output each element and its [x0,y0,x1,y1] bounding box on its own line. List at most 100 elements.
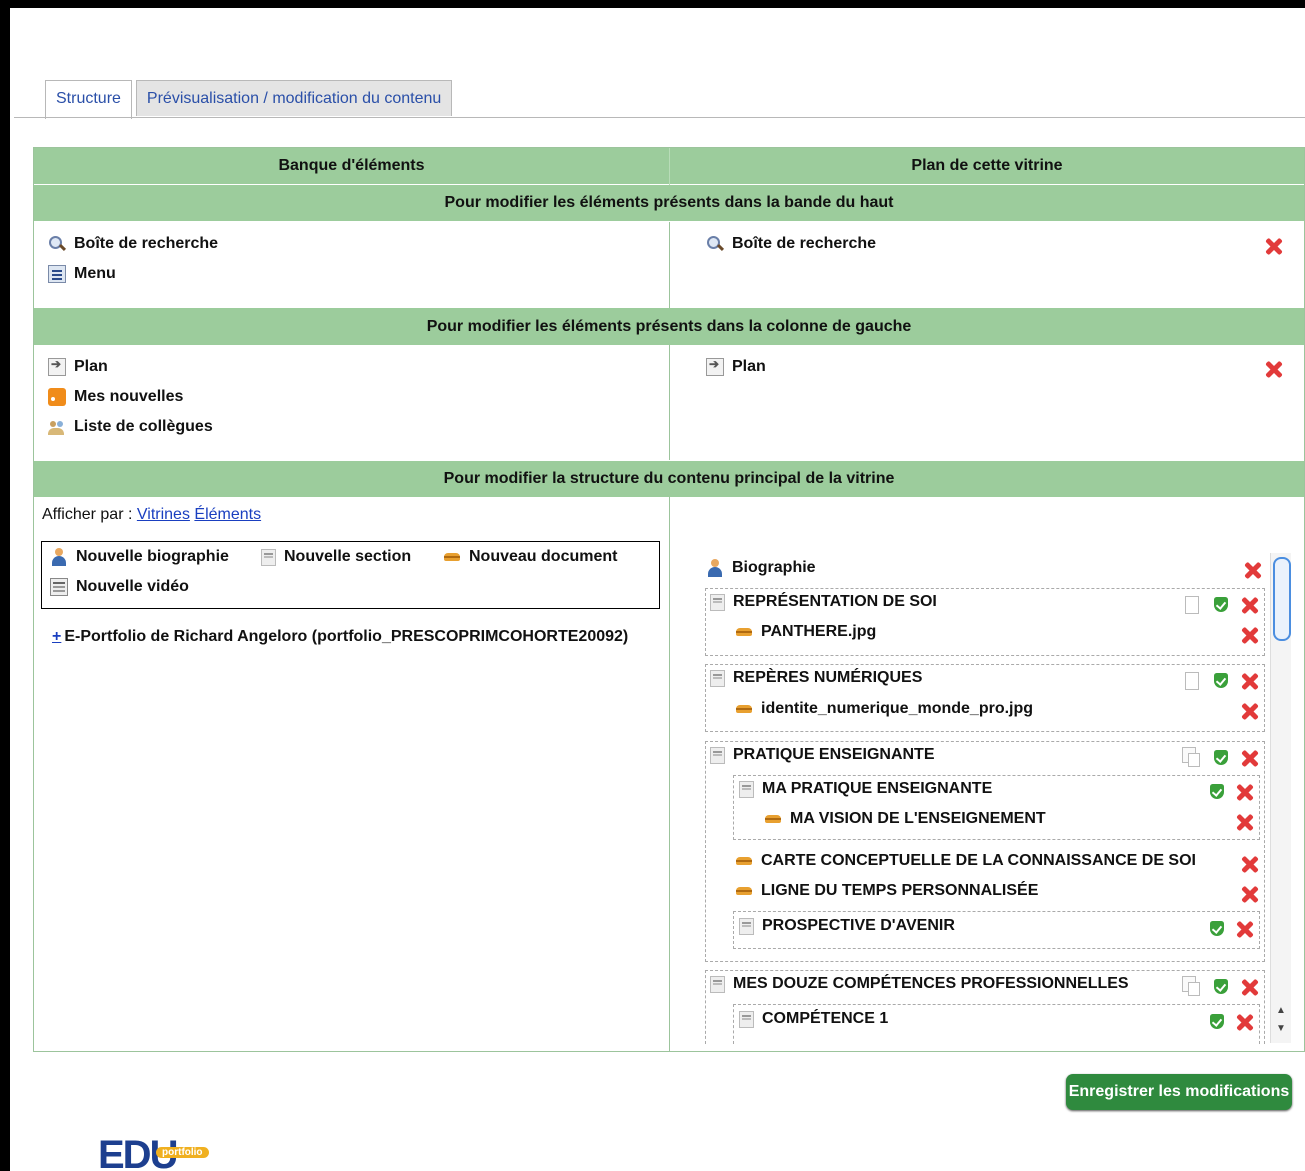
copy-icon[interactable] [1182,747,1200,767]
column-header-bank: Banque d'éléments [34,148,669,184]
page-icon[interactable] [1185,596,1199,614]
column-divider [669,497,670,1052]
plan-subsection-prospective[interactable]: PROSPECTIVE D'AVENIR [739,917,955,935]
delete-icon[interactable] [1241,596,1259,614]
item-label: Nouveau document [469,548,618,565]
scroll-up-arrow-icon[interactable]: ▲ [1276,1005,1286,1016]
plan-item-biography[interactable]: Biographie [706,559,816,577]
delete-icon[interactable] [1244,561,1262,579]
item-label: PANTHERE.jpg [761,623,877,640]
delete-icon[interactable] [1265,360,1283,378]
delete-icon[interactable] [1241,702,1259,720]
plan-document-ligne[interactable]: LIGNE DU TEMPS PERSONNALISÉE [735,882,1038,900]
item-label: Boîte de recherche [732,235,877,252]
expand-icon[interactable]: + [52,628,61,645]
portfolio-tree-node[interactable]: + E-Portfolio de Richard Angeloro (portfo… [52,628,628,646]
item-label: REPRÉSENTATION DE SOI [733,593,937,610]
bank-item-colleagues[interactable]: Liste de collègues [48,418,213,436]
copy-icon[interactable] [1182,976,1200,996]
save-changes-button[interactable]: Enregistrer les modifications [1066,1074,1292,1110]
column-header-plan: Plan de cette vitrine [670,148,1304,184]
plan-section-competences[interactable]: MES DOUZE COMPÉTENCES PROFESSIONNELLES [710,975,1129,993]
delete-icon[interactable] [1241,885,1259,903]
tab-preview-edit[interactable]: Prévisualisation / modification du conte… [135,80,453,116]
document-icon [443,548,461,566]
bank-item-search-box[interactable]: Boîte de recherche [48,235,218,253]
delete-icon[interactable] [1236,920,1254,938]
colleagues-icon [48,418,66,436]
search-icon [706,235,724,253]
biography-icon [706,559,724,577]
item-label: Liste de collègues [74,418,213,435]
delete-icon[interactable] [1241,749,1259,767]
visibility-shield-icon[interactable] [1214,673,1228,688]
plan-subsection-ma-pratique[interactable]: MA PRATIQUE ENSEIGNANTE [739,780,992,798]
visibility-shield-icon[interactable] [1214,750,1228,765]
plan-document-ma-vision[interactable]: MA VISION DE L'ENSEIGNEMENT [764,810,1046,828]
video-icon [50,578,68,596]
plan-item-plan[interactable]: Plan [706,357,766,376]
visibility-shield-icon[interactable] [1210,921,1224,936]
delete-icon[interactable] [1236,813,1254,831]
visibility-shield-icon[interactable] [1214,597,1228,612]
scrollbar-thumb[interactable] [1273,557,1291,641]
delete-icon[interactable] [1265,237,1283,255]
section-icon [710,746,725,764]
page-icon[interactable] [1185,672,1199,690]
visibility-shield-icon[interactable] [1210,784,1224,799]
tab-bar: Structure Prévisualisation / modificatio… [45,80,456,119]
delete-icon[interactable] [1241,626,1259,644]
plan-document-identite[interactable]: identite_numerique_monde_pro.jpg [735,700,1033,718]
bank-item-menu[interactable]: Menu [48,265,116,283]
item-label: Nouvelle vidéo [76,578,189,595]
section-icon [739,917,754,935]
search-icon [48,235,66,253]
item-label: Boîte de recherche [74,235,219,252]
plan-item-search-box[interactable]: Boîte de recherche [706,235,876,253]
plan-icon [48,357,66,376]
tree-node-label: E-Portfolio de Richard Angeloro (portfol… [64,628,629,645]
item-label: LIGNE DU TEMPS PERSONNALISÉE [761,882,1039,899]
section-icon [710,975,725,993]
tab-structure[interactable]: Structure [45,80,132,119]
plan-document-panthere[interactable]: PANTHERE.jpg [735,623,876,641]
column-divider [669,148,670,185]
plan-subsection-competence-1[interactable]: COMPÉTENCE 1 [739,1010,888,1028]
biography-icon [50,548,68,566]
new-section-button[interactable]: Nouvelle section [261,548,411,566]
window-left-border [0,0,10,1171]
delete-icon[interactable] [1236,1013,1254,1031]
item-label: MA PRATIQUE ENSEIGNANTE [762,780,993,797]
delete-icon[interactable] [1241,978,1259,996]
item-label: Nouvelle section [284,548,412,565]
plan-document-carte[interactable]: CARTE CONCEPTUELLE DE LA CONNAISSANCE DE… [735,852,1196,870]
link-vitrines[interactable]: Vitrines [137,506,190,523]
section-icon [710,669,725,687]
logo-portfolio-text: portfolio [156,1147,209,1158]
delete-icon[interactable] [1241,855,1259,873]
rss-icon [48,388,66,406]
new-document-button[interactable]: Nouveau document [443,548,617,566]
new-biography-button[interactable]: Nouvelle biographie [50,548,229,566]
bank-item-news[interactable]: Mes nouvelles [48,388,183,406]
item-label: identite_numerique_monde_pro.jpg [761,700,1034,717]
new-video-button[interactable]: Nouvelle vidéo [50,578,189,596]
menu-icon [48,265,66,283]
delete-icon[interactable] [1241,672,1259,690]
plan-section-reperes[interactable]: REPÈRES NUMÉRIQUES [710,669,922,687]
document-icon [735,852,753,870]
bank-item-plan[interactable]: Plan [48,357,108,376]
plan-section-pratique[interactable]: PRATIQUE ENSEIGNANTE [710,746,935,764]
item-label: Menu [74,265,116,282]
delete-icon[interactable] [1236,783,1254,801]
item-label: PROSPECTIVE D'AVENIR [762,917,955,934]
section-icon [710,593,725,611]
plan-section-representation[interactable]: REPRÉSENTATION DE SOI [710,593,937,611]
scroll-down-arrow-icon[interactable]: ▼ [1276,1023,1286,1034]
link-elements[interactable]: Éléments [194,506,261,523]
visibility-shield-icon[interactable] [1210,1014,1224,1029]
section-icon [739,780,754,798]
visibility-shield-icon[interactable] [1214,979,1228,994]
item-label: Plan [74,358,108,375]
plan-scrollbar[interactable]: ▲ ▼ [1270,553,1291,1043]
